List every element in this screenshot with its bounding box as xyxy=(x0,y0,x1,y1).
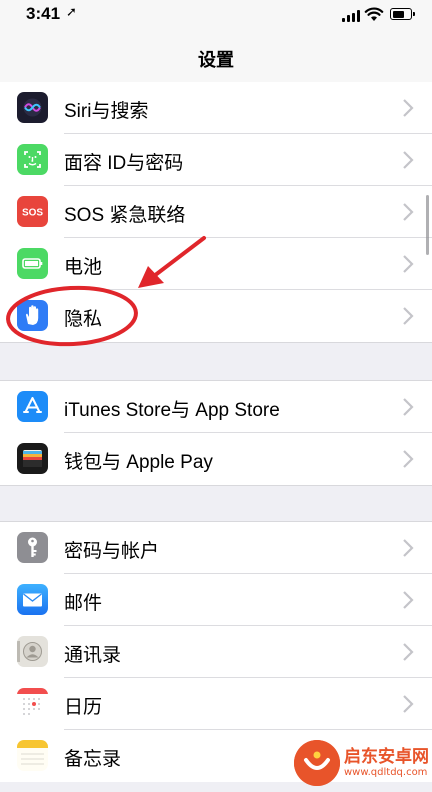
navigation-bar: 设置 xyxy=(0,32,432,83)
settings-row-label: iTunes Store与 App Store xyxy=(64,400,280,421)
face-id-icon xyxy=(17,144,48,175)
siri-icon xyxy=(17,92,48,123)
chevron-right-icon xyxy=(403,643,414,661)
watermark-title: 启东安卓网 xyxy=(344,747,429,767)
chevron-right-icon xyxy=(403,539,414,557)
settings-row-label: Siri与搜索 xyxy=(64,101,149,122)
settings-row-itunes-app-store[interactable]: iTunes Store与 App Store xyxy=(0,381,432,433)
settings-row-label: 电池 xyxy=(64,257,103,278)
wallet-icon xyxy=(17,443,48,474)
settings-row-calendar[interactable]: 日历 xyxy=(0,678,432,730)
status-time: 3:41 xyxy=(26,4,61,23)
cellular-signal-icon xyxy=(342,10,360,22)
calendar-icon xyxy=(17,688,48,719)
sos-icon: SOS xyxy=(17,196,48,227)
app-store-icon xyxy=(17,391,48,422)
settings-row-wallet[interactable]: 钱包与 Apple Pay xyxy=(0,433,432,485)
settings-row-battery[interactable]: 电池 xyxy=(0,238,432,290)
location-arrow-icon: ➚ xyxy=(66,5,77,20)
settings-group-1: Siri与搜索 面容 ID与密码 SOS SOS 紧急联络 电池 隐私 xyxy=(0,82,432,343)
settings-row-label: 密码与帐户 xyxy=(64,541,160,562)
wifi-icon xyxy=(364,7,384,21)
chevron-right-icon xyxy=(403,307,414,325)
settings-row-face-id[interactable]: 面容 ID与密码 xyxy=(0,134,432,186)
privacy-hand-icon xyxy=(17,300,48,331)
settings-row-label: 通讯录 xyxy=(64,645,122,666)
settings-row-label: 日历 xyxy=(64,697,103,718)
chevron-right-icon xyxy=(403,151,414,169)
settings-row-label: 面容 ID与密码 xyxy=(64,153,184,174)
settings-row-label: SOS 紧急联络 xyxy=(64,205,186,226)
chevron-right-icon xyxy=(403,591,414,609)
chevron-right-icon xyxy=(403,398,414,416)
settings-row-label: 邮件 xyxy=(64,593,103,614)
settings-row-passwords-accounts[interactable]: 密码与帐户 xyxy=(0,522,432,574)
battery-icon xyxy=(17,248,48,279)
sos-icon-text: SOS xyxy=(22,208,43,219)
chevron-right-icon xyxy=(403,695,414,713)
scroll-indicator[interactable] xyxy=(426,195,429,255)
watermark-logo-icon xyxy=(294,740,340,786)
chevron-right-icon xyxy=(403,255,414,273)
settings-row-label: 隐私 xyxy=(64,309,103,330)
settings-row-mail[interactable]: 邮件 xyxy=(0,574,432,626)
battery-status-icon xyxy=(390,8,415,20)
chevron-right-icon xyxy=(403,99,414,117)
settings-row-label: 钱包与 Apple Pay xyxy=(64,452,213,473)
settings-group-2: iTunes Store与 App Store 钱包与 Apple Pay xyxy=(0,380,432,486)
settings-row-sos[interactable]: SOS SOS 紧急联络 xyxy=(0,186,432,238)
settings-row-privacy[interactable]: 隐私 xyxy=(0,290,432,342)
watermark: 启东安卓网 www.qdltdq.com xyxy=(294,740,429,788)
chevron-right-icon xyxy=(403,203,414,221)
status-bar: 3:41 ➚ xyxy=(0,0,432,32)
chevron-right-icon xyxy=(403,450,414,468)
settings-row-contacts[interactable]: 通讯录 xyxy=(0,626,432,678)
page-title: 设置 xyxy=(198,50,234,71)
settings-row-label: 备忘录 xyxy=(64,749,122,770)
notes-icon xyxy=(17,740,48,771)
key-icon xyxy=(17,532,48,563)
watermark-url: www.qdltdq.com xyxy=(344,767,428,778)
contacts-icon xyxy=(17,636,48,667)
mail-icon xyxy=(17,584,48,615)
settings-row-siri[interactable]: Siri与搜索 xyxy=(0,82,432,134)
